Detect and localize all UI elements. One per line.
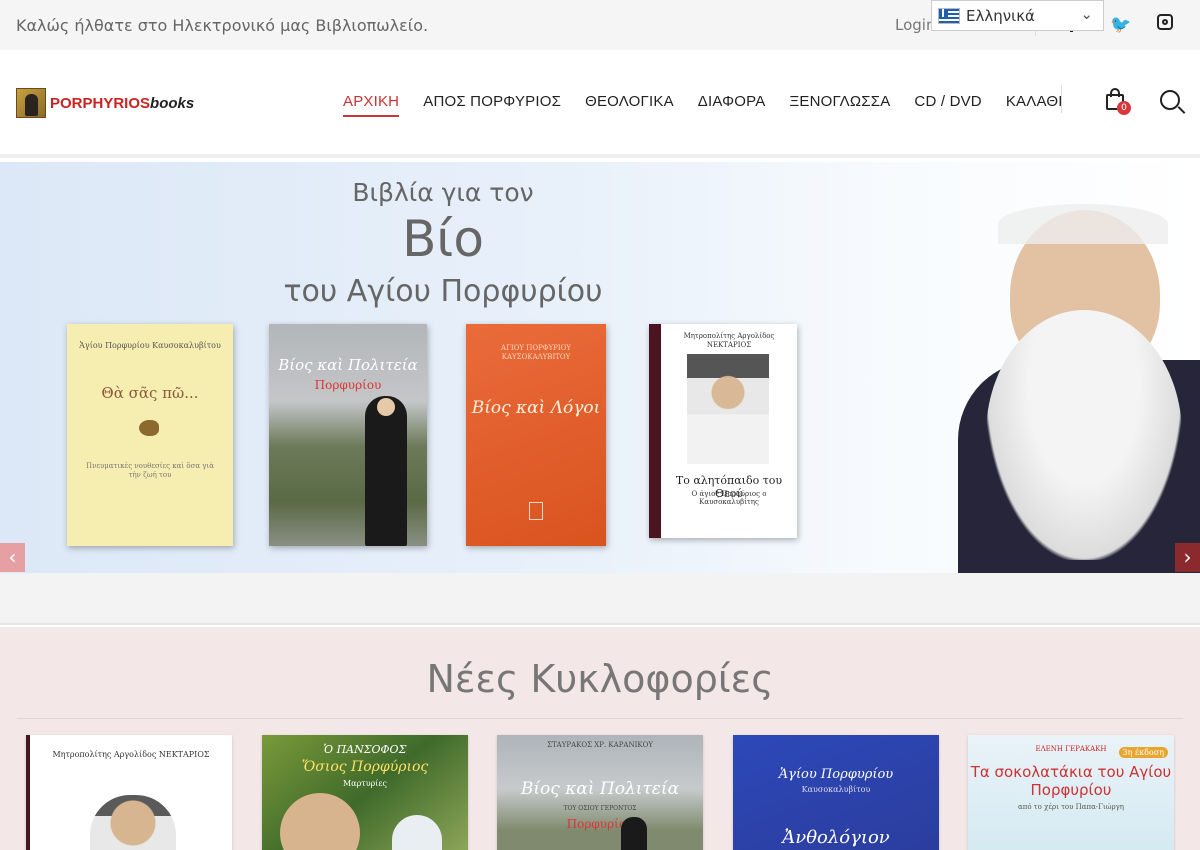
nav-item-home[interactable]: ΑΡΧΙΚΗ bbox=[343, 93, 400, 117]
nav-item-foreign[interactable]: ΞΕΝΟΓΛΩΣΣΑ bbox=[789, 93, 890, 117]
nav-item-saint-porphyrios[interactable]: ΑΠΟΣ ΠΟΡΦΥΡΙΟΣ bbox=[423, 93, 561, 117]
instagram-icon[interactable] bbox=[1157, 14, 1173, 30]
book-title: Βίος καὶ Πολιτεία bbox=[278, 356, 418, 374]
nav-item-cd-dvd[interactable]: CD / DVD bbox=[914, 93, 981, 117]
book-title: Θὰ σᾶς πῶ... bbox=[101, 384, 199, 402]
elder-portrait bbox=[958, 190, 1200, 573]
book-subtitle: Ο άγιος Πορφύριος ο Καυσοκαλυβίτης bbox=[691, 490, 767, 506]
banner-heading-line1: Βιβλία για τον bbox=[352, 178, 534, 207]
edition-badge: 3η έκδοση bbox=[1118, 747, 1168, 758]
elder-hair bbox=[998, 204, 1168, 244]
welcome-text: Καλώς ήλθατε στο Ηλεκτρονικό μας Βιβλιοπ… bbox=[16, 16, 429, 35]
twitter-icon[interactable]: 🐦 bbox=[1110, 15, 1131, 35]
book-author: Μητροπολίτης Αργολίδος ΝΕΚΤΑΡΙΟΣ bbox=[683, 332, 775, 349]
book-portrait bbox=[687, 354, 769, 464]
search-icon[interactable] bbox=[1160, 90, 1180, 110]
card-line2: Καυσοκαλυβίτου bbox=[801, 785, 871, 794]
card-subtitle: ΤΟΥ ΟΣΙΟΥ ΓΕΡΟΝΤΟΣ bbox=[563, 805, 637, 812]
main-nav: ΑΡΧΙΚΗ ΑΠΟΣ ΠΟΡΦΥΡΙΟΣ ΘΕΟΛΟΓΙΚΑ ΔΙΑΦΟΡΑ … bbox=[343, 93, 1087, 117]
slider-next-button[interactable]: › bbox=[1175, 543, 1200, 572]
greek-flag-icon bbox=[938, 7, 960, 24]
monk-figure bbox=[621, 817, 647, 850]
monk-face bbox=[377, 398, 395, 416]
site-logo[interactable]: PORPHYRIOSbooks bbox=[16, 88, 194, 118]
language-label: Ελληνικά bbox=[966, 6, 1035, 25]
card-title: Ὅσιος Πορφύριος bbox=[301, 759, 429, 775]
header-divider bbox=[1061, 85, 1062, 113]
church-image bbox=[392, 815, 442, 850]
language-select[interactable]: Ελληνικά ⌄ bbox=[931, 0, 1104, 31]
section-title: Νέες Κυκλοφορίες bbox=[426, 657, 774, 701]
card-title: Ἀνθολόγιον bbox=[782, 827, 890, 848]
elder-beard bbox=[986, 310, 1182, 560]
card-author: Μητροπολίτης Αργολίδος ΝΕΚΤΑΡΙΟΣ bbox=[52, 750, 210, 759]
release-card[interactable]: Ὁ ΠΑΝΣΟΦΟΣ Ὅσιος Πορφύριος Μαρτυρίες bbox=[262, 735, 468, 850]
top-bar: Καλώς ήλθατε στο Ηλεκτρονικό μας Βιβλιοπ… bbox=[0, 0, 1200, 50]
card-author: ΣΤΑΥΡΑΚΟΣ ΧΡ. ΚΑΡΑΝΙΚΟΥ bbox=[547, 741, 653, 749]
banner-book-1[interactable]: Ἁγίου Πορφυρίου Καυσοκαλυβίτου Θὰ σᾶς πῶ… bbox=[67, 324, 233, 546]
section-spacer bbox=[0, 573, 1200, 625]
book-author: ΑΓΙΟΥ ΠΟΡΦΥΡΙΟΥ ΚΑΥΣΟΚΑΛΥΒΙΤΟΥ bbox=[500, 344, 571, 361]
seal-icon bbox=[529, 502, 543, 520]
card-name: Πορφυρίου bbox=[566, 817, 634, 831]
card-line1: Ἁγίου Πορφυρίου bbox=[778, 767, 894, 782]
card-portrait bbox=[280, 793, 360, 850]
release-card[interactable]: ΣΤΑΥΡΑΚΟΣ ΧΡ. ΚΑΡΑΝΙΚΟΥ Βίος καὶ Πολιτεί… bbox=[497, 735, 703, 850]
nav-item-various[interactable]: ΔΙΑΦΟΡΑ bbox=[698, 93, 766, 117]
logo-text: PORPHYRIOSbooks bbox=[50, 94, 195, 112]
banner-book-3[interactable]: ΑΓΙΟΥ ΠΟΡΦΥΡΙΟΥ ΚΑΥΣΟΚΑΛΥΒΙΤΟΥ Βίος καὶ … bbox=[466, 324, 606, 546]
card-portrait bbox=[90, 795, 176, 850]
login-link[interactable]: Login bbox=[895, 16, 935, 34]
book-author: Ἁγίου Πορφυρίου Καυσοκαλυβίτου bbox=[79, 341, 221, 350]
book-subtitle: Πνευματικὲς νουθεσίες καὶ ὅσα γιὰ τὴν ζω… bbox=[86, 462, 214, 479]
nav-item-theology[interactable]: ΘΕΟΛΟΓΙΚΑ bbox=[585, 93, 674, 117]
banner-heading-line2: Βίο bbox=[402, 210, 484, 268]
cart-count-badge: 0 bbox=[1117, 101, 1131, 115]
release-card[interactable]: Ἁγίου Πορφυρίου Καυσοκαλυβίτου Ἀνθολόγιο… bbox=[733, 735, 939, 850]
slider-prev-button[interactable]: ‹ bbox=[0, 543, 25, 572]
book-title: Βίος καὶ Λόγοι bbox=[471, 398, 601, 418]
book-subtitle: Πορφυρίου bbox=[314, 378, 382, 392]
cart-button[interactable]: 0 bbox=[1106, 88, 1131, 115]
card-title: Βίος καὶ Πολιτεία bbox=[520, 779, 680, 799]
site-header: PORPHYRIOSbooks ΑΡΧΙΚΗ ΑΠΟΣ ΠΟΡΦΥΡΙΟΣ ΘΕ… bbox=[0, 50, 1200, 158]
logo-portrait-icon bbox=[16, 88, 46, 118]
section-divider bbox=[17, 718, 1183, 719]
banner-heading-line3: του Αγίου Πορφυρίου bbox=[283, 274, 603, 309]
monk-figure bbox=[365, 396, 407, 546]
bird-icon bbox=[139, 420, 159, 436]
card-subtitle: από το χέρι του Παπα-Γιώργη bbox=[1018, 803, 1124, 811]
banner-book-2[interactable]: Βίος καὶ Πολιτεία Πορφυρίου bbox=[269, 324, 427, 546]
chevron-down-icon: ⌄ bbox=[1080, 5, 1093, 23]
card-subtitle: Μαρτυρίες bbox=[342, 779, 388, 788]
nav-item-cart[interactable]: ΚΑΛΑΘΙ bbox=[1006, 93, 1063, 117]
release-card[interactable]: Μητροπολίτης Αργολίδος ΝΕΚΤΑΡΙΟΣ bbox=[26, 735, 232, 850]
new-releases-section: Νέες Κυκλοφορίες Μητροπολίτης Αργολίδος … bbox=[0, 627, 1200, 850]
banner-book-4[interactable]: Μητροπολίτης Αργολίδος ΝΕΚΤΑΡΙΟΣ Το αλητ… bbox=[649, 324, 797, 538]
hero-slider: Βιβλία για τον Βίο του Αγίου Πορφυρίου Ἁ… bbox=[0, 162, 1200, 573]
card-title: Τα σοκολατάκια του Αγίου Πορφυρίου bbox=[970, 763, 1172, 799]
release-card[interactable]: ΕΛΕΝΗ ΓΕΡΑΚΑΚΗ 3η έκδοση Τα σοκολατάκια … bbox=[968, 735, 1174, 850]
card-line1: Ὁ ΠΑΝΣΟΦΟΣ bbox=[323, 743, 407, 756]
